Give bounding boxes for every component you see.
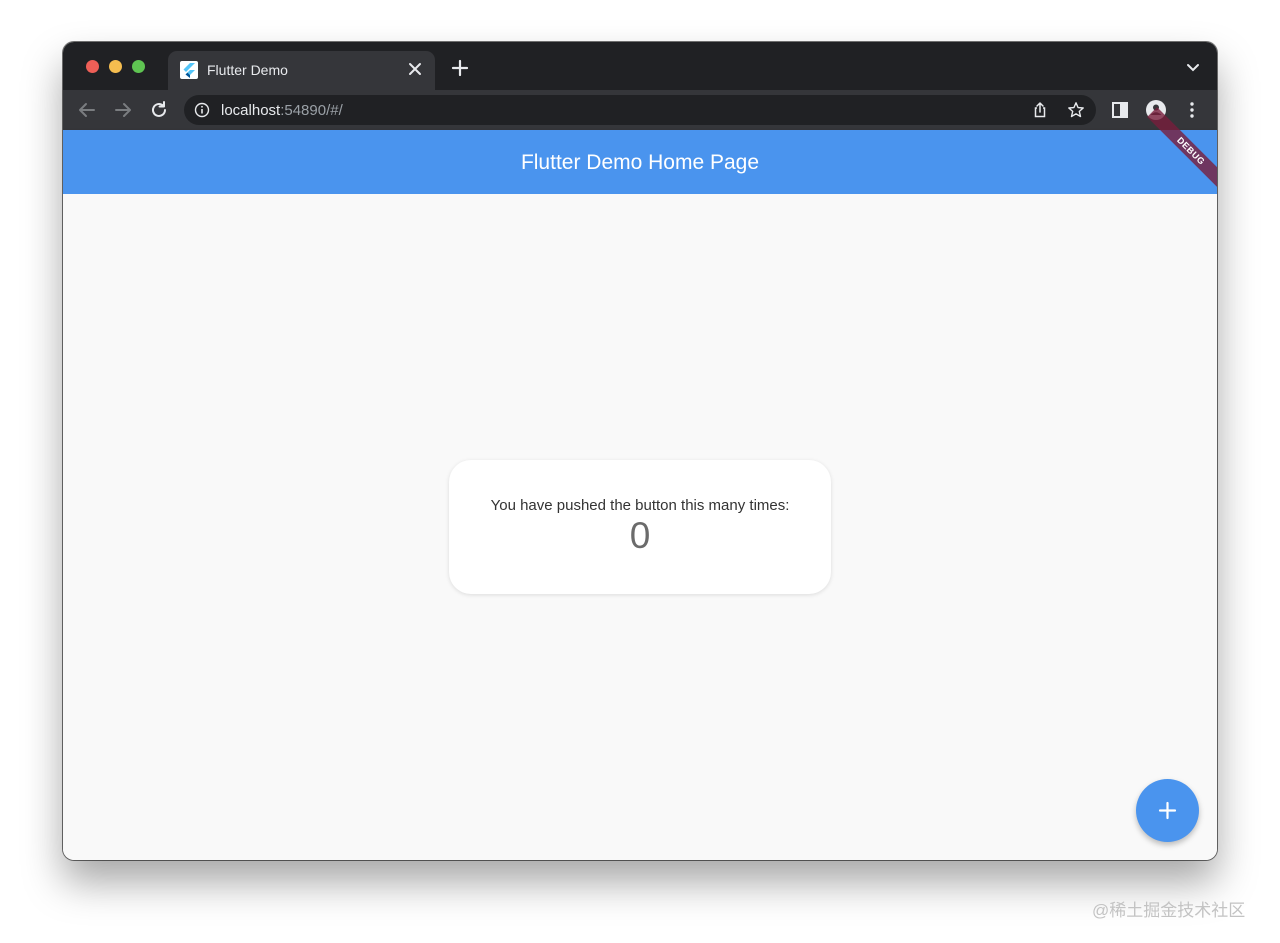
close-icon[interactable] — [405, 59, 425, 79]
reload-icon[interactable] — [147, 98, 171, 122]
plus-icon — [1158, 801, 1177, 820]
browser-tab[interactable]: Flutter Demo — [168, 51, 435, 90]
browser-toolbar: localhost:54890/#/ — [63, 90, 1217, 130]
star-icon[interactable] — [1067, 101, 1085, 119]
address-bar[interactable]: localhost:54890/#/ — [184, 95, 1096, 125]
counter-value: 0 — [629, 515, 651, 556]
share-icon[interactable] — [1031, 101, 1049, 119]
counter-card: You have pushed the button this many tim… — [449, 460, 831, 594]
tab-title: Flutter Demo — [207, 62, 288, 78]
page-title: Flutter Demo Home Page — [520, 151, 760, 174]
url-host: localhost — [221, 102, 281, 119]
url-path: :54890/#/ — [280, 102, 343, 119]
url-text: localhost:54890/#/ — [221, 102, 343, 119]
app-bar: Flutter Demo Home Page DEBUG — [63, 107, 1217, 195]
info-icon[interactable] — [194, 102, 210, 118]
minimize-window-button[interactable] — [109, 60, 122, 73]
maximize-window-button[interactable] — [132, 60, 145, 73]
chevron-down-icon[interactable] — [1185, 60, 1201, 76]
forward-icon[interactable] — [111, 98, 135, 122]
app-body: You have pushed the button this many tim… — [63, 194, 1217, 860]
watermark: @稀土掘金技术社区 — [1092, 901, 1246, 920]
title-bar: Flutter Demo — [63, 42, 1217, 90]
flutter-logo-icon — [180, 61, 198, 79]
plus-icon[interactable] — [449, 57, 471, 79]
counter-message: You have pushed the button this many tim… — [490, 497, 790, 514]
increment-button[interactable] — [1136, 779, 1199, 842]
sidepanel-icon[interactable] — [1109, 99, 1131, 121]
close-window-button[interactable] — [86, 60, 99, 73]
menu-icon[interactable] — [1181, 99, 1203, 121]
browser-window: Flutter Demo localhost:54890/#/ Flutter … — [63, 42, 1217, 860]
back-icon[interactable] — [75, 98, 99, 122]
